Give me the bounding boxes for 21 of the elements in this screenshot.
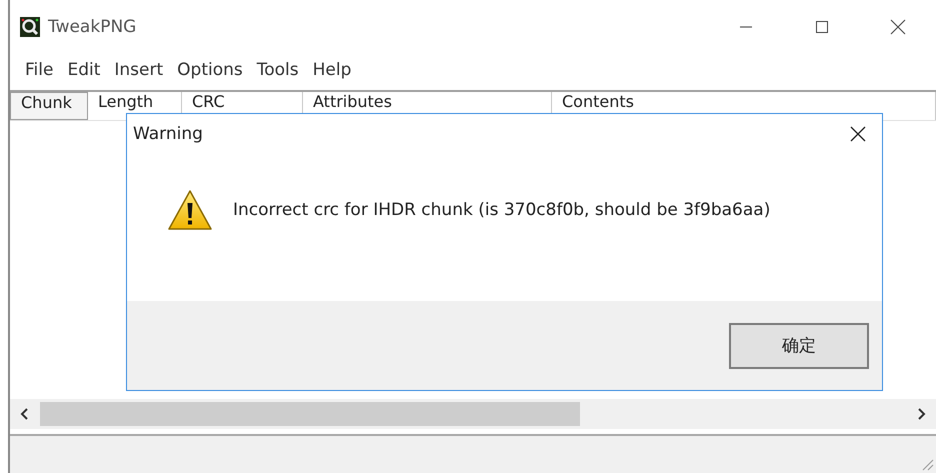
chevron-right-icon <box>916 408 926 420</box>
menu-item[interactable]: Tools <box>250 60 306 80</box>
resize-grip-icon <box>920 457 934 471</box>
menu-item[interactable]: Insert <box>107 60 170 80</box>
warning-message: Incorrect crc for IHDR chunk (is 370c8f0b, should be 3f9ba6aa) <box>233 200 770 220</box>
menu-item[interactable]: File <box>18 60 60 80</box>
warning-icon <box>167 188 213 230</box>
maximize-icon <box>815 20 829 34</box>
window-title: TweakPNG <box>48 17 136 37</box>
scrollbar-thumb[interactable] <box>40 402 580 426</box>
column-header[interactable]: Chunk <box>10 92 88 120</box>
dialog-title: Warning <box>133 124 203 144</box>
minimize-icon <box>739 26 753 28</box>
app-icon <box>20 17 40 37</box>
menu-item[interactable]: Edit <box>60 60 108 80</box>
menu-item[interactable]: Options <box>170 60 250 80</box>
close-icon <box>890 19 906 35</box>
chevron-left-icon <box>20 408 30 420</box>
close-icon <box>850 126 866 142</box>
ok-button[interactable]: 确定 <box>729 322 869 368</box>
menu-item[interactable]: Help <box>306 60 358 80</box>
